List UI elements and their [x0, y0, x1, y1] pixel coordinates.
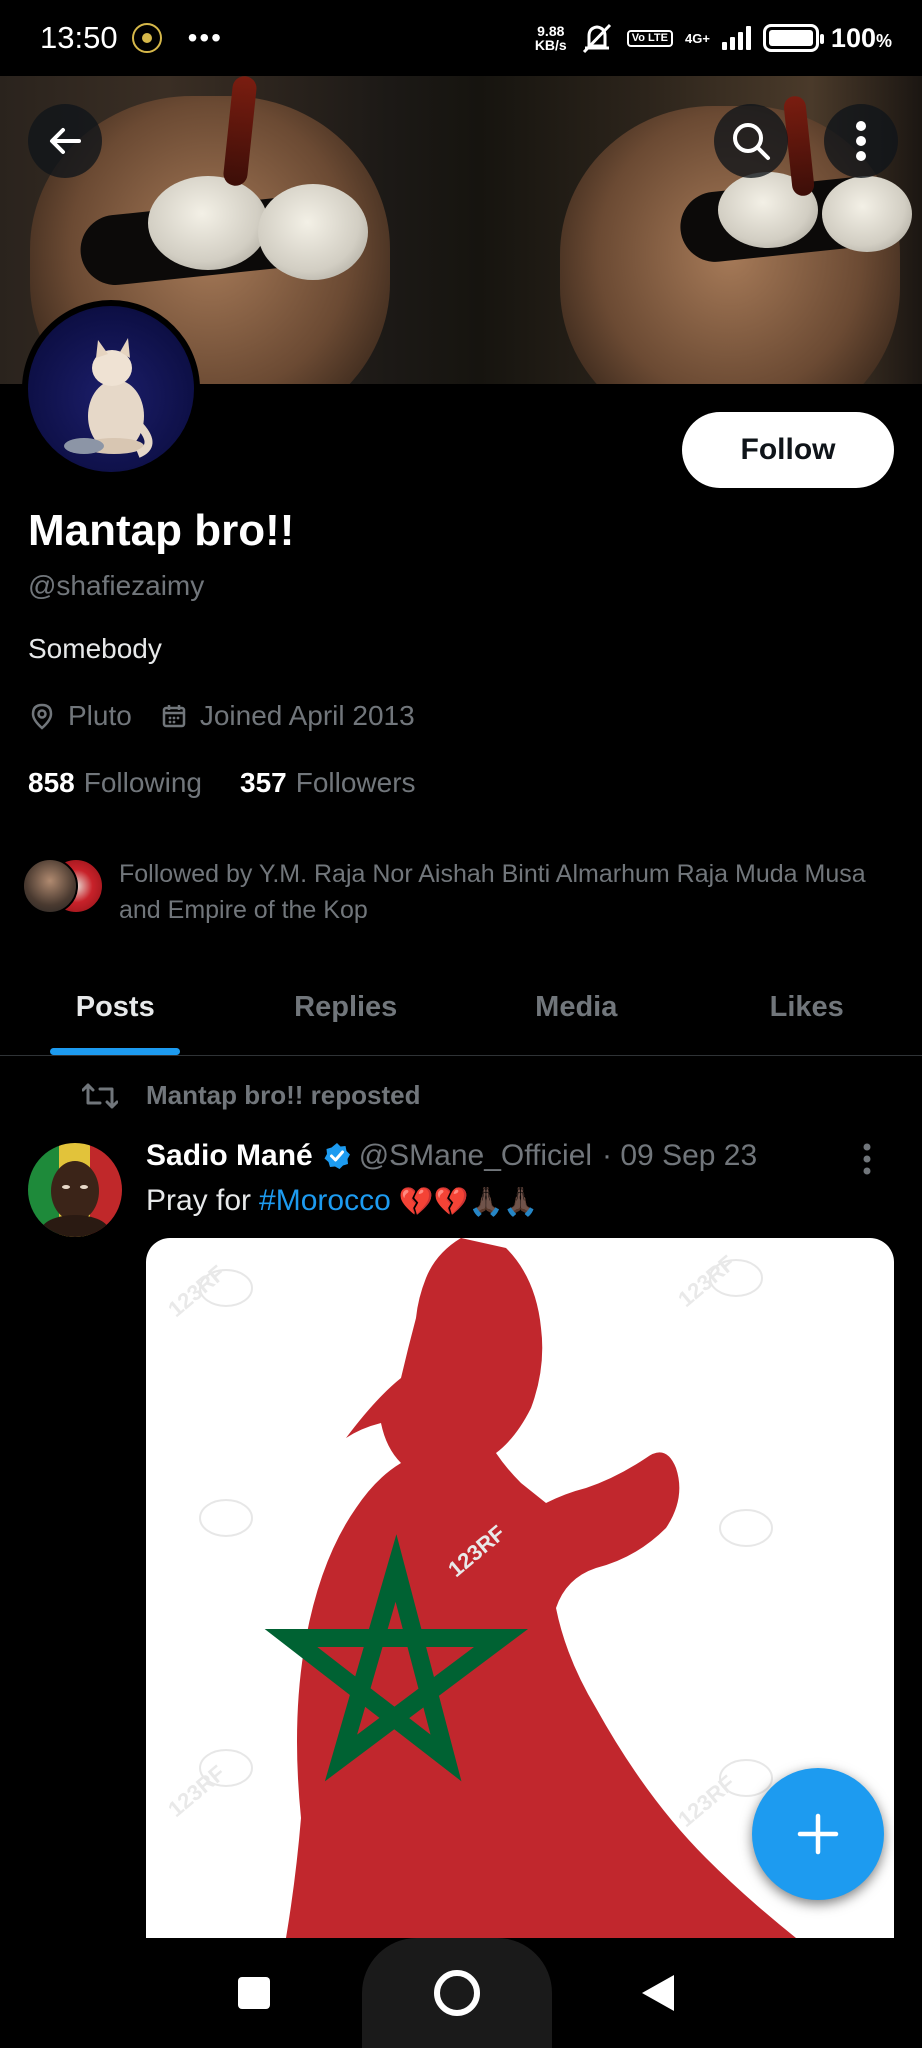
post-text: Pray for #Morocco 💔💔🙏🏿🙏🏿 — [146, 1184, 539, 1218]
square-icon — [238, 1977, 270, 2009]
arrow-left-icon — [50, 128, 81, 154]
followed-by-text: Followed by Y.M. Raja Nor Aishah Binti A… — [119, 860, 866, 924]
tab-media[interactable]: Media — [461, 960, 692, 1055]
compose-button[interactable] — [752, 1768, 884, 1900]
circle-icon — [434, 1970, 480, 2016]
following-link[interactable]: 858 Following — [28, 767, 202, 799]
whatsapp-notification-icon — [131, 23, 162, 53]
mute-bell-icon — [582, 23, 611, 54]
system-nav-bar — [0, 1938, 922, 2048]
more-options-button[interactable] — [824, 104, 898, 178]
profile-tabs: Posts Replies Media Likes — [0, 960, 922, 1056]
tab-replies[interactable]: Replies — [231, 960, 462, 1055]
post-author-handle[interactable]: @SMane_Officiel — [359, 1139, 592, 1173]
followers-link[interactable]: 357 Followers — [240, 767, 416, 799]
status-bar: 13:50 ••• 9.88 KB/s Vo LTE 4G+ 100% — [0, 0, 922, 76]
profile-handle: @shafiezaimy — [28, 570, 205, 601]
display-name: Mantap bro!! — [28, 506, 295, 555]
profile-bio: Somebody — [28, 633, 162, 664]
post-header: Sadio Mané @SMane_Officiel · 09 Sep 23 — [146, 1139, 757, 1173]
follow-counts: 858 Following 357 Followers — [28, 767, 454, 799]
post-more-button[interactable] — [862, 1142, 872, 1181]
repost-icon — [82, 1083, 118, 1108]
post-date[interactable]: · 09 Sep 23 — [602, 1139, 757, 1173]
cat-image — [64, 338, 153, 458]
profile-location: Pluto — [68, 700, 132, 731]
tab-posts[interactable]: Posts — [0, 960, 231, 1055]
profile-meta: Pluto Joined April 2013 — [28, 700, 443, 732]
author-portrait — [41, 1161, 109, 1237]
hashtag-link[interactable]: #Morocco — [259, 1184, 391, 1218]
signal-icon — [721, 26, 751, 50]
followed-by[interactable]: Followed by Y.M. Raja Nor Aishah Binti A… — [22, 856, 879, 928]
plus-icon — [797, 1813, 839, 1855]
status-time: 13:50 — [40, 20, 118, 55]
profile-avatar[interactable] — [22, 300, 200, 478]
more-vertical-icon — [856, 121, 866, 161]
post-author-avatar[interactable] — [28, 1143, 122, 1237]
location-pin-icon — [31, 703, 53, 730]
verified-badge-icon — [324, 1143, 350, 1169]
back-button[interactable] — [28, 104, 102, 178]
watermark-text: 123RF — [163, 1760, 230, 1822]
back-nav-button[interactable] — [640, 1973, 676, 2013]
follow-button[interactable]: Follow — [682, 412, 894, 488]
recents-button[interactable] — [236, 1975, 272, 2011]
watermark-text: 123RF — [673, 1770, 740, 1832]
more-vertical-icon — [863, 1143, 871, 1175]
watermark-text: 123RF — [673, 1250, 740, 1312]
more-notifications-icon: ••• — [187, 22, 223, 53]
volte-icon: Vo LTE — [626, 29, 673, 47]
post-author-name[interactable]: Sadio Mané — [146, 1139, 313, 1173]
calendar-icon — [162, 705, 186, 728]
profile-joined-date: Joined April 2013 — [199, 700, 415, 731]
triangle-back-icon — [642, 1975, 674, 2011]
watermark-text: 123RF — [163, 1260, 230, 1322]
search-button[interactable] — [714, 104, 788, 178]
battery-icon — [762, 24, 824, 52]
followed-by-avatars — [22, 856, 112, 916]
network-type: 4G+ — [684, 30, 710, 46]
battery-percentage: 100% — [830, 22, 892, 53]
follower-avatar — [22, 858, 78, 914]
home-button[interactable] — [432, 1968, 482, 2018]
repost-indicator: Mantap bro!! reposted — [82, 1080, 420, 1111]
network-speed: 9.88 KB/s — [534, 23, 567, 53]
post-emojis: 💔💔🙏🏿🙏🏿 — [398, 1185, 539, 1217]
tab-likes[interactable]: Likes — [692, 960, 922, 1055]
search-icon — [733, 123, 770, 160]
